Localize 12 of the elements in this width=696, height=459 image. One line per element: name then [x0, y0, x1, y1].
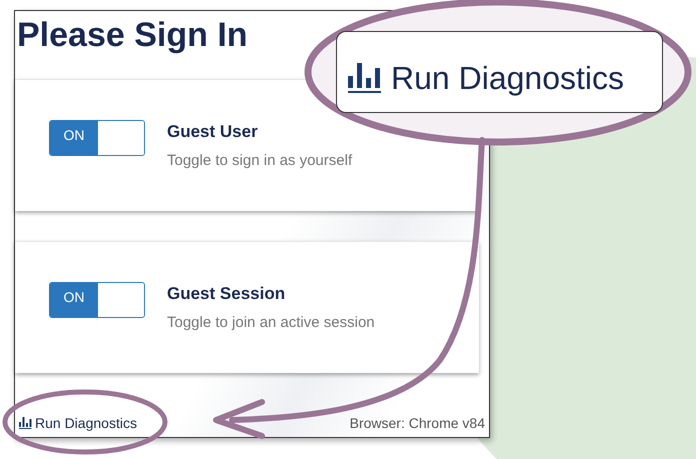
option-title: Guest User: [167, 122, 259, 142]
bar-chart-icon: [18, 417, 32, 429]
run-diagnostics-button[interactable]: Run Diagnostics: [336, 31, 663, 113]
page-heading: Please Sign In: [17, 15, 249, 55]
toggle-switch[interactable]: ON: [49, 120, 145, 156]
option-title: Guest Session: [167, 284, 286, 304]
toggle-switch[interactable]: ON: [49, 282, 145, 318]
option-description: Toggle to join an active session: [167, 314, 375, 331]
option-description: Toggle to sign in as yourself: [167, 152, 352, 169]
browser-version: Browser: Chrome v84: [350, 415, 485, 431]
bar-chart-icon: [347, 63, 383, 93]
run-diagnostics-link[interactable]: Run Diagnostics: [18, 415, 137, 431]
